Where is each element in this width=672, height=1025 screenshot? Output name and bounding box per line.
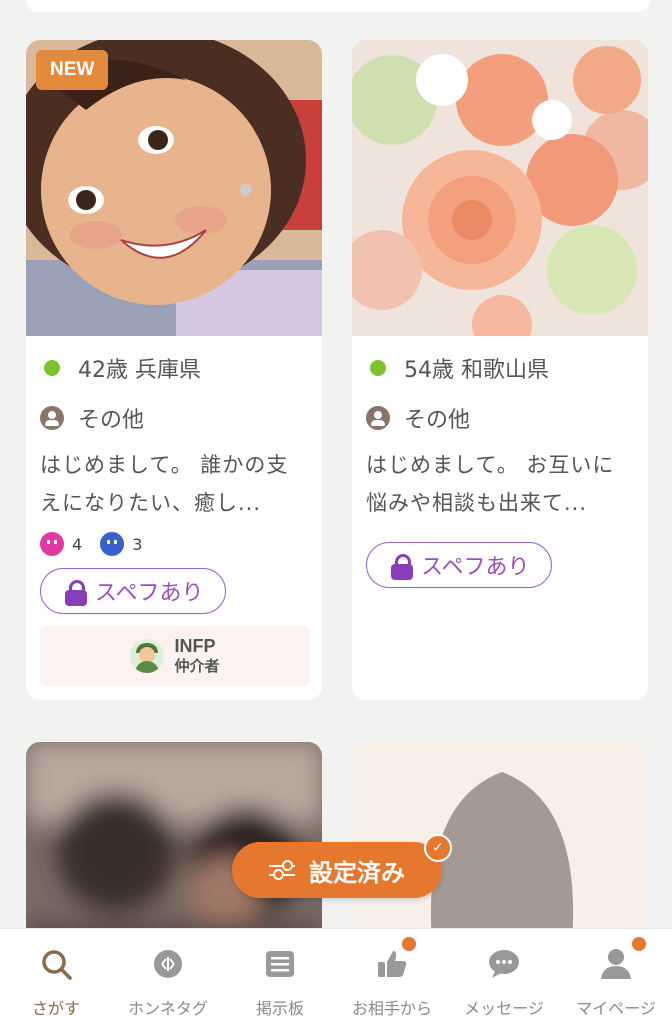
message-icon xyxy=(489,950,519,978)
mbti-avatar-icon xyxy=(130,639,165,673)
profile-photo[interactable]: NEW xyxy=(26,40,322,336)
group-label: その他 xyxy=(78,408,145,433)
bottom-tab-bar: さがす ホンネタグ 掲示板 お相手から メッセージ マイページ xyxy=(0,928,672,1025)
age-location: 42歳 兵庫県 xyxy=(78,358,201,383)
tab-label: さがす xyxy=(31,999,80,1018)
user-circle-icon xyxy=(40,406,64,430)
reactions: 4 3 xyxy=(40,532,142,556)
group-label: その他 xyxy=(404,408,471,433)
online-age-location: 54歳 和歌山県 xyxy=(366,352,549,384)
filter-settings-button[interactable]: 設定済み xyxy=(232,842,442,898)
spec-button[interactable]: スペフあり xyxy=(40,568,227,614)
thumbs-up-icon xyxy=(378,951,407,977)
sliders-icon xyxy=(269,860,295,880)
tab-messages[interactable]: メッセージ xyxy=(448,929,560,1025)
online-status-icon xyxy=(370,360,386,376)
tab-my-page[interactable]: マイページ xyxy=(560,929,672,1025)
tab-honne-tag[interactable]: ホンネタグ xyxy=(112,929,224,1025)
profile-card[interactable]: NEW 42歳 兵庫県 その他 はじめまして。 誰かの支えになりたい、癒し...… xyxy=(26,40,322,700)
profile-card[interactable]: 54歳 和歌山県 その他 はじめまして。 お互いに悩みや相談も出来て... スペ… xyxy=(352,40,648,700)
lock-icon xyxy=(391,554,413,580)
group-row: その他 xyxy=(40,402,144,434)
bio-text: はじめまして。 誰かの支えになりたい、癒し... xyxy=(40,453,289,515)
spec-label: スペフあり xyxy=(421,555,530,580)
tab-label: メッセージ xyxy=(464,999,544,1018)
tab-label: ホンネタグ xyxy=(128,999,208,1018)
age-location: 54歳 和歌山県 xyxy=(404,358,549,383)
tab-board[interactable]: 掲示板 xyxy=(224,929,336,1025)
user-circle-icon xyxy=(366,406,390,430)
profile-photo[interactable] xyxy=(352,40,648,336)
tab-label: 掲示板 xyxy=(255,999,304,1018)
tab-from-partner[interactable]: お相手から xyxy=(336,929,448,1025)
mbti-label: 仲介者 xyxy=(174,657,220,675)
sad-count: 3 xyxy=(132,534,143,554)
previous-card-bottom xyxy=(26,0,650,12)
new-badge: NEW xyxy=(36,50,109,90)
mbti-badge: INFP 仲介者 xyxy=(40,626,310,686)
online-status-icon xyxy=(44,360,60,376)
notification-dot xyxy=(632,937,646,951)
notification-dot xyxy=(402,937,416,951)
search-icon xyxy=(42,950,72,980)
lock-icon xyxy=(65,580,87,606)
check-icon: ✓ xyxy=(424,834,452,862)
tab-search[interactable]: さがす xyxy=(0,929,112,1025)
happy-count: 4 xyxy=(72,534,83,554)
tag-icon xyxy=(154,950,182,978)
filter-label: 設定済み xyxy=(309,858,405,887)
tab-label: お相手から xyxy=(351,999,432,1018)
board-icon xyxy=(266,951,294,977)
sad-face-icon xyxy=(100,532,125,556)
online-age-location: 42歳 兵庫県 xyxy=(40,352,201,384)
mbti-type: INFP xyxy=(174,636,216,656)
spec-button[interactable]: スペフあり xyxy=(366,542,553,588)
spec-label: スペフあり xyxy=(95,581,204,606)
smile-icon xyxy=(40,532,64,556)
group-row: その他 xyxy=(366,402,470,434)
bio-text: はじめまして。 お互いに悩みや相談も出来て... xyxy=(366,453,615,515)
tab-label: マイページ xyxy=(576,999,656,1018)
person-icon xyxy=(601,949,631,979)
